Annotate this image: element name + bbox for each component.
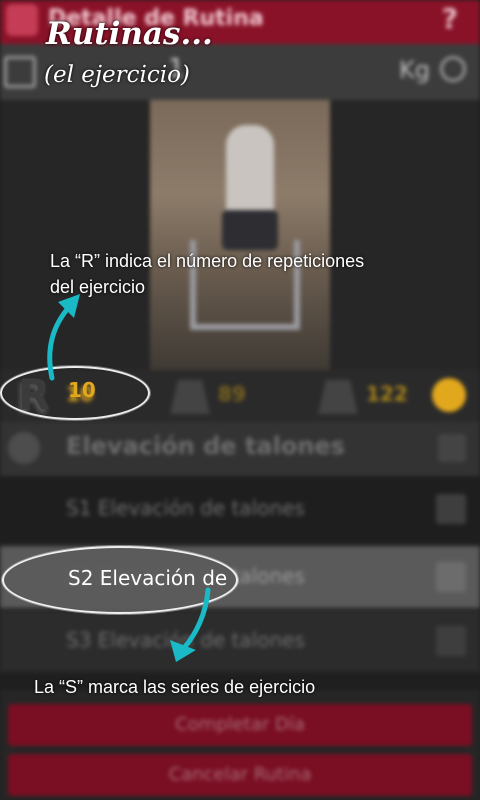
arrow-to-reps-icon (47, 303, 73, 381)
annotation-arrows (47, 294, 211, 662)
arrow-to-series-icon (181, 587, 211, 651)
arrow-to-series-head-icon (170, 640, 196, 662)
